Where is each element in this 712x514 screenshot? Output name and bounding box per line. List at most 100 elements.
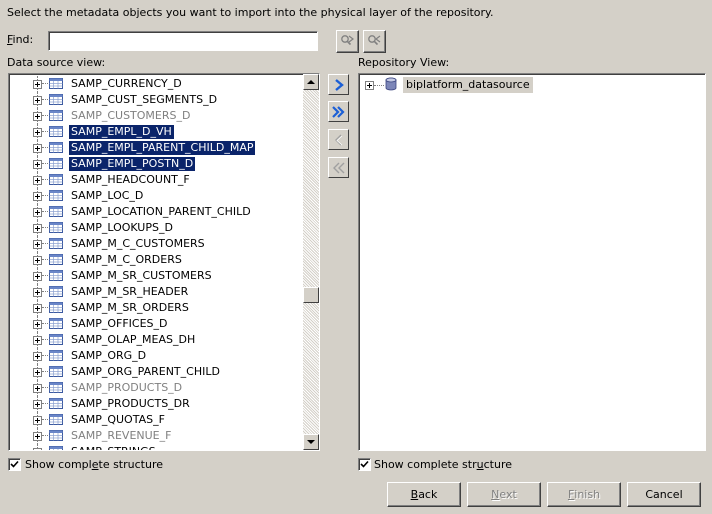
expand-icon[interactable] [33,368,42,377]
tree-item[interactable]: SAMP_CURRENCY_D [9,76,301,92]
tree-item[interactable]: SAMP_M_SR_HEADER [9,284,301,300]
expand-icon[interactable] [33,144,42,153]
expand-icon[interactable] [33,240,42,249]
table-icon [49,382,63,393]
tree-item[interactable]: SAMP_PRODUCTS_DR [9,396,301,412]
tree-item-label: SAMP_OLAP_MEAS_DH [71,333,196,346]
expand-icon[interactable] [33,160,42,169]
expand-icon[interactable] [33,432,42,441]
find-previous-button[interactable] [363,30,386,53]
expand-icon[interactable] [33,336,42,345]
tree-item[interactable]: SAMP_ORG_PARENT_CHILD [9,364,301,380]
expand-icon[interactable] [33,384,42,393]
tree-connector [42,243,48,244]
data-source-tree[interactable]: SAMP_CURRENCY_D SAMP_CUST_SEGMENTS_D SAMP_… [8,73,320,451]
find-next-icon [341,35,354,46]
tree-connector [42,179,48,180]
tree-item-label: SAMP_M_SR_HEADER [71,285,189,298]
expand-icon[interactable] [33,112,42,121]
tree-item[interactable]: SAMP_EMPL_PARENT_CHILD_MAP [9,140,301,156]
show-complete-structure-left-checkbox[interactable] [8,458,21,471]
tree-item[interactable]: SAMP_OLAP_MEAS_DH [9,332,301,348]
expand-icon[interactable] [33,416,42,425]
move-all-left-button[interactable] [328,157,349,178]
expand-icon[interactable] [33,208,42,217]
find-input[interactable] [48,31,318,51]
tree-item[interactable]: SAMP_STRINGS [9,444,301,450]
tree-item[interactable]: SAMP_CUSTOMERS_D [9,108,301,124]
finish-button[interactable]: Finish [547,482,621,507]
tree-item[interactable]: SAMP_REVENUE_F [9,428,301,444]
tree-connector [42,435,48,436]
show-complete-structure-right-label[interactable]: Show complete structure [374,458,512,471]
tree-item[interactable]: SAMP_LOC_D [9,188,301,204]
show-complete-structure-right-checkbox[interactable] [358,458,371,471]
expand-icon[interactable] [33,288,42,297]
expand-icon[interactable] [33,224,42,233]
scroll-up-button[interactable] [303,74,319,90]
table-icon [49,414,63,425]
expand-icon[interactable] [33,400,42,409]
expand-icon[interactable] [33,192,42,201]
expand-icon[interactable] [33,96,42,105]
tree-connector [42,355,48,356]
expand-icon[interactable] [33,448,42,450]
move-left-button[interactable] [328,129,349,150]
tree-item[interactable]: SAMP_M_C_ORDERS [9,252,301,268]
show-complete-structure-left-label[interactable]: Show complete structure [25,458,163,471]
table-icon [49,350,63,361]
tree-item[interactable]: SAMP_M_C_CUSTOMERS [9,236,301,252]
tree-item-label: SAMP_LOOKUPS_D [71,221,173,234]
data-source-scrollbar[interactable] [303,74,319,450]
table-icon [49,158,63,169]
tree-item[interactable]: SAMP_QUOTAS_F [9,412,301,428]
tree-item[interactable]: SAMP_M_SR_CUSTOMERS [9,268,301,284]
move-right-button[interactable] [328,74,349,95]
scroll-down-button[interactable] [303,434,319,450]
table-icon [49,270,63,281]
expand-icon[interactable] [33,80,42,89]
expand-icon[interactable] [33,320,42,329]
back-button[interactable]: Back [387,482,461,507]
tree-item[interactable]: SAMP_EMPL_POSTN_D [9,156,301,172]
repository-tree[interactable]: biplatform_datasource [358,73,706,451]
tree-connector [42,419,48,420]
tree-item-label: SAMP_REVENUE_F [71,429,172,442]
expand-icon[interactable] [365,81,374,90]
expand-icon[interactable] [33,304,42,313]
cancel-button[interactable]: Cancel [627,482,701,507]
tree-item[interactable]: SAMP_LOCATION_PARENT_CHILD [9,204,301,220]
table-icon [49,334,63,345]
tree-item[interactable]: SAMP_HEADCOUNT_F [9,172,301,188]
tree-item-label: SAMP_EMPL_D_VH [69,125,174,139]
arrow-up-icon [307,79,315,84]
tree-item[interactable]: SAMP_OFFICES_D [9,316,301,332]
tree-connector [374,85,384,86]
expand-icon[interactable] [33,352,42,361]
tree-item-label: SAMP_M_SR_ORDERS [71,301,189,314]
tree-connector [42,371,48,372]
next-button[interactable]: Next [467,482,541,507]
expand-icon[interactable] [33,256,42,265]
data-source-view-label: Data source view: [7,56,106,69]
tree-item[interactable]: SAMP_CUST_SEGMENTS_D [9,92,301,108]
expand-icon[interactable] [33,176,42,185]
tree-item[interactable]: SAMP_LOOKUPS_D [9,220,301,236]
table-icon [49,78,63,89]
scroll-thumb[interactable] [303,286,319,303]
tree-item[interactable]: SAMP_PRODUCTS_D [9,380,301,396]
move-all-right-button[interactable] [328,101,349,122]
expand-icon[interactable] [33,272,42,281]
find-next-button[interactable] [336,30,359,53]
tree-item-label: SAMP_QUOTAS_F [71,413,165,426]
tree-item[interactable]: SAMP_M_SR_ORDERS [9,300,301,316]
table-icon [49,222,63,233]
expand-icon[interactable] [33,128,42,137]
tree-item-label: SAMP_CUST_SEGMENTS_D [71,93,218,106]
repository-root-label: biplatform_datasource [403,77,533,93]
tree-connector [42,227,48,228]
tree-item[interactable]: SAMP_ORG_D [9,348,301,364]
tree-connector [42,275,48,276]
tree-item[interactable]: SAMP_EMPL_D_VH [9,124,301,140]
tree-item-label: SAMP_STRINGS [69,445,158,450]
